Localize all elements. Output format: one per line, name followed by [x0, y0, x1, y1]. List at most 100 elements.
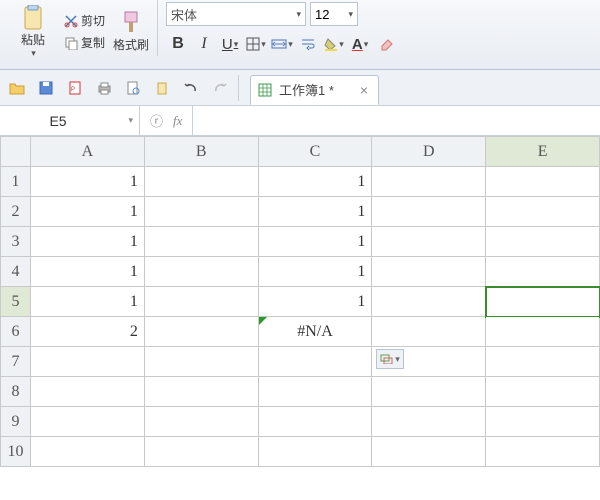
- close-tab-button[interactable]: ×: [360, 82, 368, 98]
- cell-A4[interactable]: 1: [31, 257, 145, 287]
- print-preview-button[interactable]: [120, 75, 146, 101]
- cell-C1[interactable]: 1: [258, 167, 372, 197]
- font-color-button[interactable]: A▾: [348, 32, 372, 56]
- cell-B2[interactable]: [144, 197, 258, 227]
- copy-button[interactable]: 复制: [60, 32, 109, 54]
- merge-button[interactable]: ▾: [270, 32, 294, 56]
- row-header-4[interactable]: 4: [1, 257, 31, 287]
- cell-E7[interactable]: [486, 347, 600, 377]
- format-painter-label: 格式刷: [113, 36, 149, 53]
- name-box[interactable]: ▾: [0, 106, 140, 135]
- clear-format-button[interactable]: [374, 32, 398, 56]
- cell-D9[interactable]: [372, 407, 486, 437]
- redo-button[interactable]: [207, 75, 233, 101]
- cell-A2[interactable]: 1: [31, 197, 145, 227]
- cell-B1[interactable]: [144, 167, 258, 197]
- select-all-corner[interactable]: [1, 137, 31, 167]
- cell-D1[interactable]: [372, 167, 486, 197]
- save-button[interactable]: [33, 75, 59, 101]
- cell-E6[interactable]: [486, 317, 600, 347]
- cell-C6[interactable]: #N/A: [258, 317, 372, 347]
- font-name-combo[interactable]: 宋体 ▾: [166, 2, 306, 26]
- fx-icon[interactable]: fx: [173, 113, 182, 129]
- col-header-C[interactable]: C: [258, 137, 372, 167]
- cell-B7[interactable]: [144, 347, 258, 377]
- cell-C10[interactable]: [258, 437, 372, 467]
- smart-tag-button[interactable]: ▾: [376, 349, 404, 369]
- cell-B9[interactable]: [144, 407, 258, 437]
- cell-B5[interactable]: [144, 287, 258, 317]
- paste-qat-button[interactable]: [149, 75, 175, 101]
- row-header-7[interactable]: 7: [1, 347, 31, 377]
- italic-button[interactable]: I: [192, 32, 216, 56]
- formula-input[interactable]: [201, 113, 592, 129]
- cell-E5[interactable]: [486, 287, 600, 317]
- row-header-9[interactable]: 9: [1, 407, 31, 437]
- cell-D10[interactable]: [372, 437, 486, 467]
- col-header-D[interactable]: D: [372, 137, 486, 167]
- cell-C4[interactable]: 1: [258, 257, 372, 287]
- bold-button[interactable]: B: [166, 32, 190, 56]
- cell-D3[interactable]: [372, 227, 486, 257]
- fill-color-button[interactable]: ▾: [322, 32, 346, 56]
- trace-icon[interactable]: ⓡ: [150, 111, 163, 130]
- document-tab[interactable]: 工作簿1 * ×: [250, 75, 379, 105]
- col-header-B[interactable]: B: [144, 137, 258, 167]
- cell-E3[interactable]: [486, 227, 600, 257]
- cell-C7[interactable]: [258, 347, 372, 377]
- row-header-1[interactable]: 1: [1, 167, 31, 197]
- font-size-combo[interactable]: 12 ▾: [310, 2, 358, 26]
- print-button[interactable]: [91, 75, 117, 101]
- name-box-input[interactable]: [28, 113, 88, 129]
- cell-A9[interactable]: [31, 407, 145, 437]
- fx-icons: ⓡ fx: [140, 111, 192, 130]
- cell-C2[interactable]: 1: [258, 197, 372, 227]
- cell-A1[interactable]: 1: [31, 167, 145, 197]
- cell-E2[interactable]: [486, 197, 600, 227]
- undo-icon: [183, 81, 199, 95]
- open-button[interactable]: [4, 75, 30, 101]
- cell-D5[interactable]: [372, 287, 486, 317]
- cell-A6[interactable]: 2: [31, 317, 145, 347]
- cell-D8[interactable]: [372, 377, 486, 407]
- cell-D4[interactable]: [372, 257, 486, 287]
- cell-B8[interactable]: [144, 377, 258, 407]
- cell-D2[interactable]: [372, 197, 486, 227]
- cell-C3[interactable]: 1: [258, 227, 372, 257]
- export-pdf-button[interactable]: P: [62, 75, 88, 101]
- row-header-5[interactable]: 5: [1, 287, 31, 317]
- cell-B4[interactable]: [144, 257, 258, 287]
- cell-A8[interactable]: [31, 377, 145, 407]
- underline-button[interactable]: U▾: [218, 32, 242, 56]
- cell-A7[interactable]: [31, 347, 145, 377]
- row-header-3[interactable]: 3: [1, 227, 31, 257]
- col-header-E[interactable]: E: [486, 137, 600, 167]
- col-header-A[interactable]: A: [31, 137, 145, 167]
- cell-D6[interactable]: [372, 317, 486, 347]
- cell-E8[interactable]: [486, 377, 600, 407]
- row-header-8[interactable]: 8: [1, 377, 31, 407]
- cell-E10[interactable]: [486, 437, 600, 467]
- paste-button[interactable]: 粘贴 ▾: [10, 3, 56, 61]
- cell-C9[interactable]: [258, 407, 372, 437]
- cell-A10[interactable]: [31, 437, 145, 467]
- wrap-text-button[interactable]: [296, 32, 320, 56]
- row-header-10[interactable]: 10: [1, 437, 31, 467]
- cell-E1[interactable]: [486, 167, 600, 197]
- undo-button[interactable]: [178, 75, 204, 101]
- format-painter-button[interactable]: 格式刷: [113, 10, 149, 53]
- row-header-6[interactable]: 6: [1, 317, 31, 347]
- cell-C8[interactable]: [258, 377, 372, 407]
- cell-A5[interactable]: 1: [31, 287, 145, 317]
- cell-E9[interactable]: [486, 407, 600, 437]
- row-header-2[interactable]: 2: [1, 197, 31, 227]
- cell-B10[interactable]: [144, 437, 258, 467]
- border-button[interactable]: ▾: [244, 32, 268, 56]
- cell-B6[interactable]: [144, 317, 258, 347]
- cell-E4[interactable]: [486, 257, 600, 287]
- cell-C5[interactable]: 1: [258, 287, 372, 317]
- cell-B3[interactable]: [144, 227, 258, 257]
- cut-button[interactable]: 剪切: [60, 10, 109, 32]
- spreadsheet[interactable]: ABCDE11121131141151162#N/A78910 ▾: [0, 136, 600, 500]
- cell-A3[interactable]: 1: [31, 227, 145, 257]
